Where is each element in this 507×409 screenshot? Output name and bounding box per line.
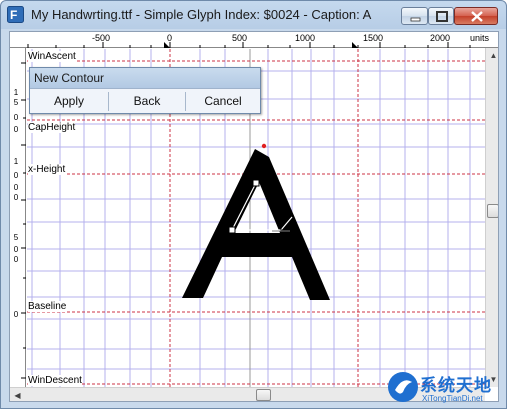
control-point — [252, 179, 260, 187]
ruler-digit: 0 — [13, 255, 19, 264]
minimize-button[interactable] — [401, 7, 428, 25]
vertical-ruler: 1 5 0 0 1 0 0 0 5 0 0 0 — [10, 48, 26, 387]
apply-button[interactable]: Apply — [32, 92, 106, 111]
scroll-up-arrow-icon[interactable]: ▲ — [486, 48, 498, 63]
back-button[interactable]: Back — [110, 92, 184, 111]
dialog-title[interactable]: New Contour — [30, 68, 260, 88]
x-height-label: x-Height — [28, 164, 66, 175]
app-icon: F — [7, 6, 24, 23]
ruler-digit: 0 — [13, 183, 19, 192]
ruler-label: -500 — [92, 33, 111, 43]
dialog-separator — [108, 92, 109, 111]
ruler-digit: 0 — [13, 171, 19, 180]
ruler-label: 1500 — [363, 33, 384, 43]
ruler-digit: 0 — [13, 113, 19, 122]
ruler-digit: 1 — [13, 88, 19, 97]
control-point — [228, 226, 236, 234]
glyph-a-shape — [182, 149, 330, 300]
dialog-separator — [185, 92, 186, 111]
ruler-digit: 0 — [13, 125, 19, 134]
app-window: F My Handwrting.ttf - Simple Glyph Index… — [0, 0, 507, 409]
watermark: 系统天地 XiTongTianDi.net — [384, 366, 507, 409]
svg-text:F: F — [10, 8, 17, 22]
title-bar[interactable]: F My Handwrting.ttf - Simple Glyph Index… — [1, 1, 506, 29]
ruler-label: 500 — [232, 33, 248, 43]
ruler-digit: 1 — [13, 157, 19, 166]
maximize-icon — [436, 11, 448, 22]
ruler-digit: 0 — [13, 245, 19, 254]
ruler-digit: 0 — [13, 310, 19, 319]
close-icon — [471, 11, 483, 22]
ruler-digit: 5 — [13, 233, 19, 242]
scroll-left-arrow-icon[interactable]: ◀ — [10, 388, 25, 401]
new-contour-dialog: New Contour Apply Back Cancel — [29, 67, 261, 114]
ruler-label: 0 — [167, 33, 173, 43]
watermark-subtitle: XiTongTianDi.net — [422, 394, 483, 403]
dialog-button-bar: Apply Back Cancel — [30, 88, 260, 113]
maximize-button[interactable] — [428, 7, 454, 25]
ruler-digit: 0 — [13, 193, 19, 202]
baseline-label: Baseline — [28, 301, 67, 312]
vertical-scroll-thumb[interactable] — [487, 204, 498, 218]
horizontal-ruler: -500 0 500 1000 1500 2000 units — [10, 32, 498, 48]
ruler-label: 1000 — [295, 33, 316, 43]
ruler-digit: 5 — [13, 98, 19, 107]
ruler-unit-label: units — [470, 33, 490, 43]
window-title: My Handwrting.ttf - Simple Glyph Index: … — [31, 7, 372, 22]
horizontal-scroll-thumb[interactable] — [256, 389, 271, 401]
ruler-label: 2000 — [430, 33, 451, 43]
curve-start-point — [261, 143, 267, 149]
vertical-scrollbar[interactable]: ▲ ▼ — [485, 48, 498, 387]
watermark-title: 系统天地 — [420, 376, 492, 395]
win-ascent-label: WinAscent — [28, 51, 76, 62]
win-descent-label: WinDescent — [28, 375, 82, 386]
advance-width-marker[interactable] — [352, 42, 358, 48]
horizontal-ruler-ticks — [27, 42, 471, 48]
close-button[interactable] — [454, 7, 498, 25]
minimize-icon — [410, 17, 421, 22]
cancel-button[interactable]: Cancel — [187, 92, 259, 111]
watermark-logo-icon — [388, 372, 418, 402]
cap-height-label: CapHeight — [28, 122, 76, 133]
